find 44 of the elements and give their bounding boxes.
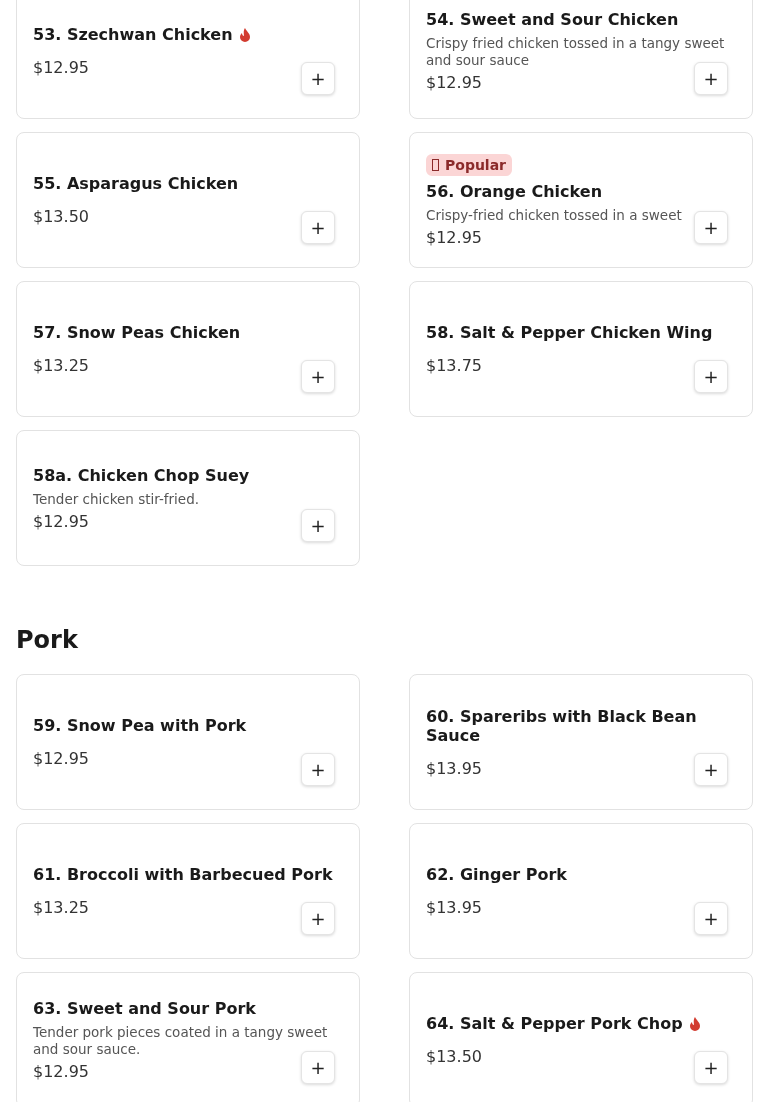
item-name: 62. Ginger Pork [426, 865, 567, 884]
add-button[interactable]: + [694, 753, 728, 786]
popular-badge: Popular [426, 153, 513, 176]
add-button[interactable]: + [694, 1051, 728, 1084]
glyph-icon [432, 158, 439, 171]
item-name: 64. Salt & Pepper Pork Chop [426, 1014, 683, 1033]
item-price: $13.25 [33, 898, 89, 917]
item-price: $12.95 [33, 58, 89, 77]
add-button[interactable]: + [301, 211, 335, 244]
item-name: 63. Sweet and Sour Pork [33, 999, 256, 1018]
add-button[interactable]: + [301, 509, 335, 542]
item-name: 61. Broccoli with Barbecued Pork [33, 865, 333, 884]
item-price: $13.50 [426, 1047, 482, 1066]
item-description: Tender chicken stir-fried. [33, 490, 201, 508]
item-price: $13.95 [426, 758, 482, 778]
item-name: 55. Asparagus Chicken [33, 174, 239, 193]
item-price: $13.75 [426, 356, 482, 375]
item-name: 60. Spareribs with Black Bean Sauce [426, 706, 698, 745]
add-button[interactable]: + [301, 360, 335, 393]
add-button[interactable]: + [301, 753, 335, 786]
add-button[interactable]: + [694, 62, 728, 95]
item-name: 58. Salt & Pepper Chicken Wing [426, 323, 713, 342]
add-button[interactable]: + [301, 62, 335, 95]
item-price: $12.95 [33, 511, 89, 531]
add-button[interactable]: + [694, 902, 728, 935]
item-name: 59. Snow Pea with Pork [33, 716, 247, 735]
item-price: $13.25 [33, 356, 89, 375]
add-button[interactable]: + [301, 1051, 335, 1084]
item-price: $12.95 [33, 1062, 89, 1081]
item-name: 54. Sweet and Sour Chicken [426, 10, 679, 29]
add-button[interactable]: + [694, 360, 728, 393]
item-name: 53. Szechwan Chicken [33, 25, 233, 44]
item-price: $13.95 [426, 898, 482, 917]
add-button[interactable]: + [301, 902, 335, 935]
item-name: 58a. Chicken Chop Suey [33, 465, 250, 485]
item-price: $12.95 [33, 749, 89, 768]
section-heading: Pork [16, 626, 79, 654]
item-description: Crispy-fried chicken tossed in a sweet [426, 206, 683, 224]
item-name: 56. Orange Chicken [426, 181, 603, 201]
item-name: 57. Snow Peas Chicken [33, 323, 241, 342]
add-button[interactable]: + [694, 211, 728, 244]
item-price: $12.95 [426, 227, 482, 247]
item-price: $12.95 [426, 73, 482, 92]
item-price: $13.50 [33, 207, 89, 226]
